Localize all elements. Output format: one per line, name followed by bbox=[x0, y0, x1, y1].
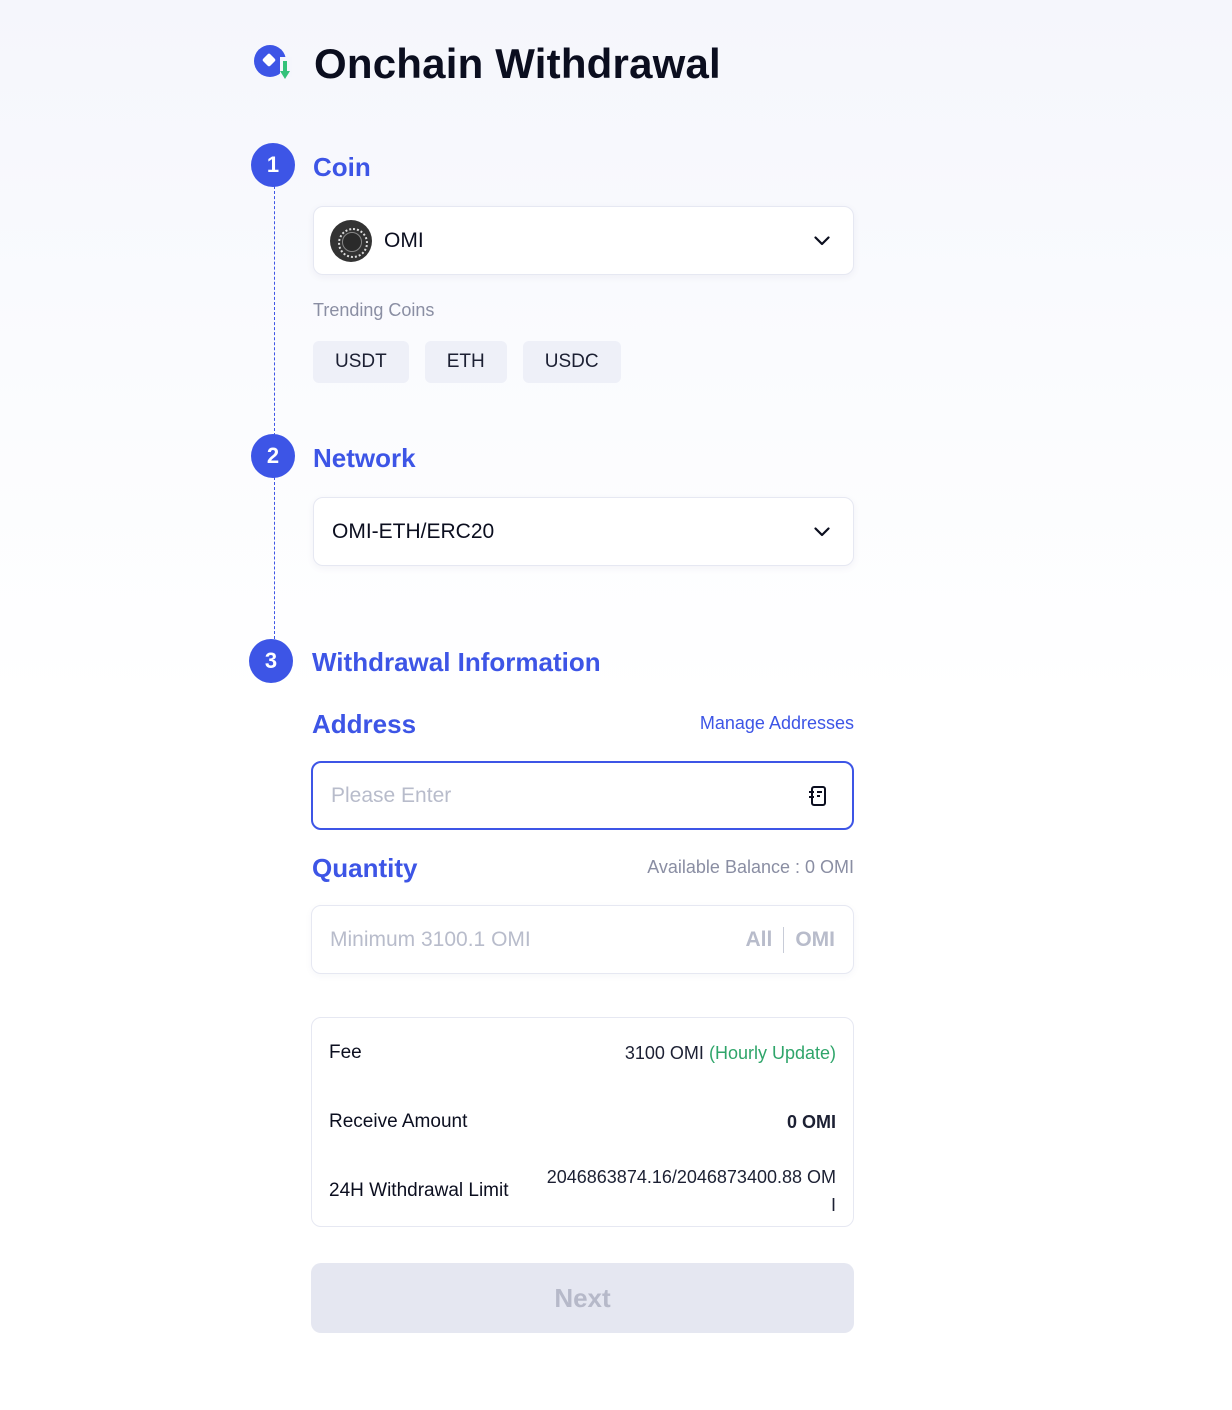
withdrawal-limit-value: 2046863874.16/2046873400.88 OMI bbox=[546, 1167, 836, 1215]
available-balance: Available Balance : 0 OMI bbox=[647, 857, 854, 877]
address-input[interactable] bbox=[331, 783, 806, 808]
quantity-unit: OMI bbox=[795, 927, 835, 951]
network-select-value: OMI-ETH/ERC20 bbox=[332, 519, 495, 543]
fee-update-note: (Hourly Update) bbox=[708, 1042, 836, 1063]
withdrawal-limit-label: 24H Withdrawal Limit bbox=[329, 1180, 509, 1201]
receive-amount-row: Receive Amount 0 OMI bbox=[329, 1111, 836, 1133]
address-label: Address bbox=[312, 709, 417, 739]
withdrawal-summary-card: Fee 3100 OMI (Hourly Update) Receive Amo… bbox=[311, 1017, 854, 1227]
quantity-field: All OMI bbox=[311, 905, 854, 974]
page-title: Onchain Withdrawal bbox=[314, 40, 721, 87]
fee-value: 3100 OMI bbox=[624, 1042, 704, 1063]
quantity-suffix: All OMI bbox=[745, 926, 835, 953]
trending-coin-chip[interactable]: USDC bbox=[522, 341, 621, 383]
step-badge-1: 1 bbox=[251, 143, 295, 187]
fee-value-group: 3100 OMI (Hourly Update) bbox=[625, 1043, 836, 1064]
quantity-label: Quantity bbox=[312, 853, 418, 883]
all-button[interactable]: All bbox=[745, 928, 772, 952]
page-header: Onchain Withdrawal bbox=[252, 40, 721, 88]
trending-coins-list: USDT ETH USDC bbox=[313, 341, 621, 383]
withdraw-logo-icon bbox=[252, 43, 294, 85]
chevron-down-icon bbox=[813, 232, 831, 250]
chevron-down-icon bbox=[813, 523, 831, 541]
suffix-divider bbox=[783, 926, 785, 953]
omi-coin-icon bbox=[330, 219, 372, 262]
trending-coins-label: Trending Coins bbox=[313, 300, 435, 320]
withdrawal-limit-row: 24H Withdrawal Limit 2046863874.16/20468… bbox=[329, 1163, 836, 1219]
receive-amount-value: 0 OMI bbox=[786, 1111, 836, 1132]
fee-label: Fee bbox=[329, 1042, 362, 1063]
section-title-withdrawal-info: Withdrawal Information bbox=[312, 647, 601, 677]
quantity-input[interactable] bbox=[330, 927, 746, 952]
step-badge-2: 2 bbox=[251, 434, 295, 478]
trending-coin-chip[interactable]: USDT bbox=[313, 341, 409, 383]
coin-select-value: OMI bbox=[384, 228, 424, 252]
next-button[interactable]: Next bbox=[311, 1263, 854, 1333]
manage-addresses-link[interactable]: Manage Addresses bbox=[700, 713, 854, 734]
address-field bbox=[311, 761, 854, 830]
receive-amount-label: Receive Amount bbox=[329, 1111, 468, 1132]
section-title-coin: Coin bbox=[313, 152, 371, 182]
step-connector-2 bbox=[274, 477, 275, 639]
coin-select[interactable]: OMI bbox=[313, 206, 854, 275]
network-select[interactable]: OMI-ETH/ERC20 bbox=[313, 497, 854, 566]
section-title-network: Network bbox=[313, 443, 416, 473]
step-badge-3: 3 bbox=[249, 639, 293, 683]
address-book-icon[interactable] bbox=[806, 784, 830, 808]
trending-coin-chip[interactable]: ETH bbox=[424, 341, 507, 383]
step-connector-1 bbox=[274, 186, 275, 436]
fee-row: Fee 3100 OMI (Hourly Update) bbox=[329, 1042, 836, 1064]
